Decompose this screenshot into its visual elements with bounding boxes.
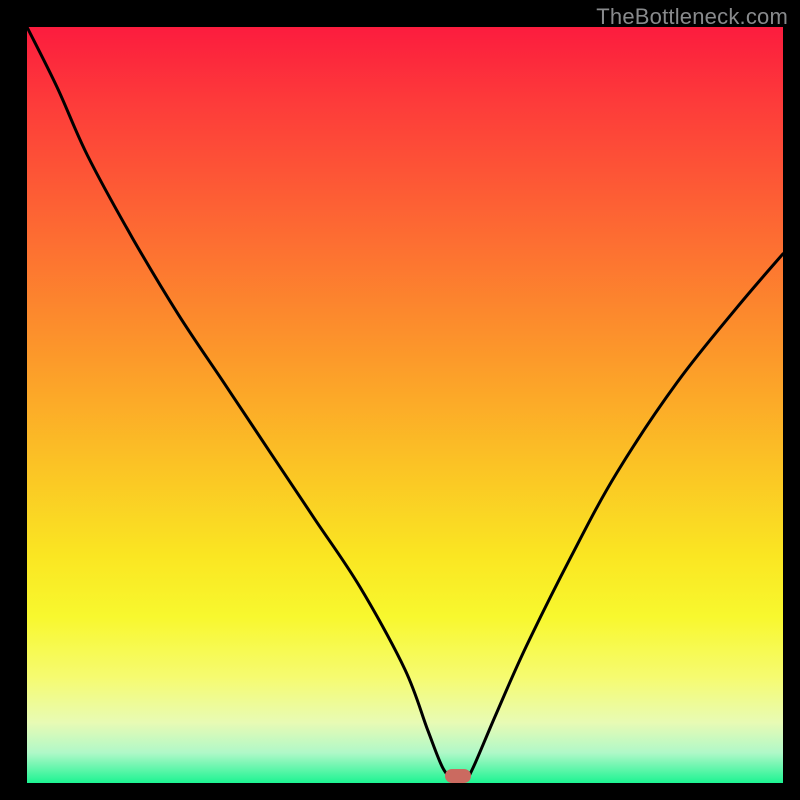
plot-area <box>27 27 783 783</box>
watermark-text: TheBottleneck.com <box>596 4 788 30</box>
bottleneck-curve <box>27 27 783 783</box>
curve-path <box>27 27 783 781</box>
chart-frame: TheBottleneck.com <box>0 0 800 800</box>
valley-marker <box>445 769 471 783</box>
